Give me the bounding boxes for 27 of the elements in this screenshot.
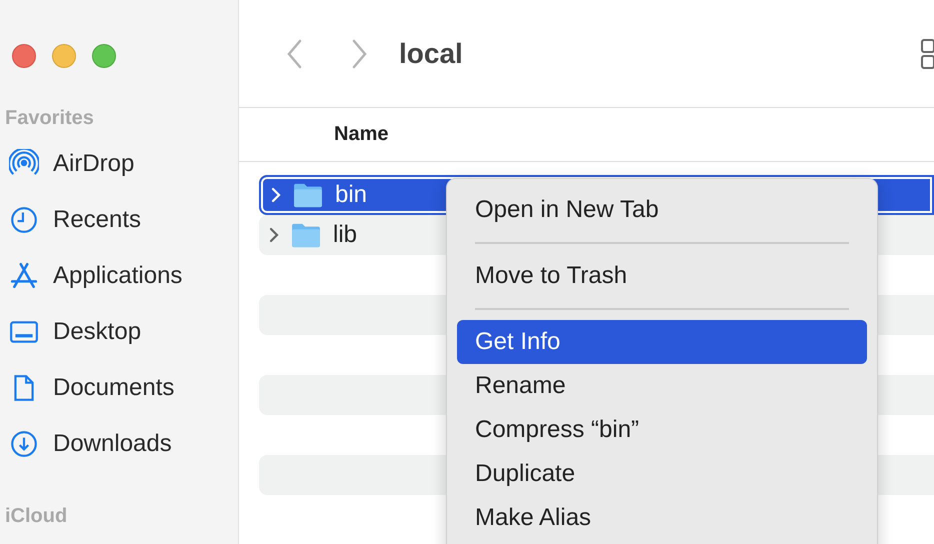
sidebar-item[interactable]: AirDrop [0,136,238,192]
menu-item[interactable]: Get Info [457,320,867,364]
menu-item[interactable]: Duplicate [457,452,867,496]
disclosure-icon[interactable] [269,227,279,243]
download-icon [9,429,39,459]
sidebar-item[interactable]: Applications [0,248,238,304]
minimize-button[interactable] [52,44,76,68]
view-icon[interactable] [920,38,934,70]
applications-icon [9,261,39,291]
sidebar-item[interactable]: Desktop [0,304,238,360]
folder-icon [291,222,321,248]
clock-icon [9,205,39,235]
menu-item[interactable]: Open in New Tab [457,188,867,232]
sidebar-item[interactable]: Documents [0,360,238,416]
menu-item[interactable]: Move to Trash [457,254,867,298]
menu-item[interactable]: Compress “bin” [457,408,867,452]
sidebar-heading: Favorites [4,106,95,131]
menu-item[interactable]: Make Alias [457,496,867,540]
zoom-button[interactable] [92,44,116,68]
column-header[interactable]: Name [334,123,388,146]
window-title: local [399,38,463,70]
folder-icon [293,182,323,208]
menu-item[interactable]: Rename [457,364,867,408]
sidebar-item[interactable]: Recents [0,192,238,248]
sidebar-heading: iCloud [4,504,68,529]
sidebar-item[interactable]: Downloads [0,416,238,472]
close-button[interactable] [12,44,36,68]
